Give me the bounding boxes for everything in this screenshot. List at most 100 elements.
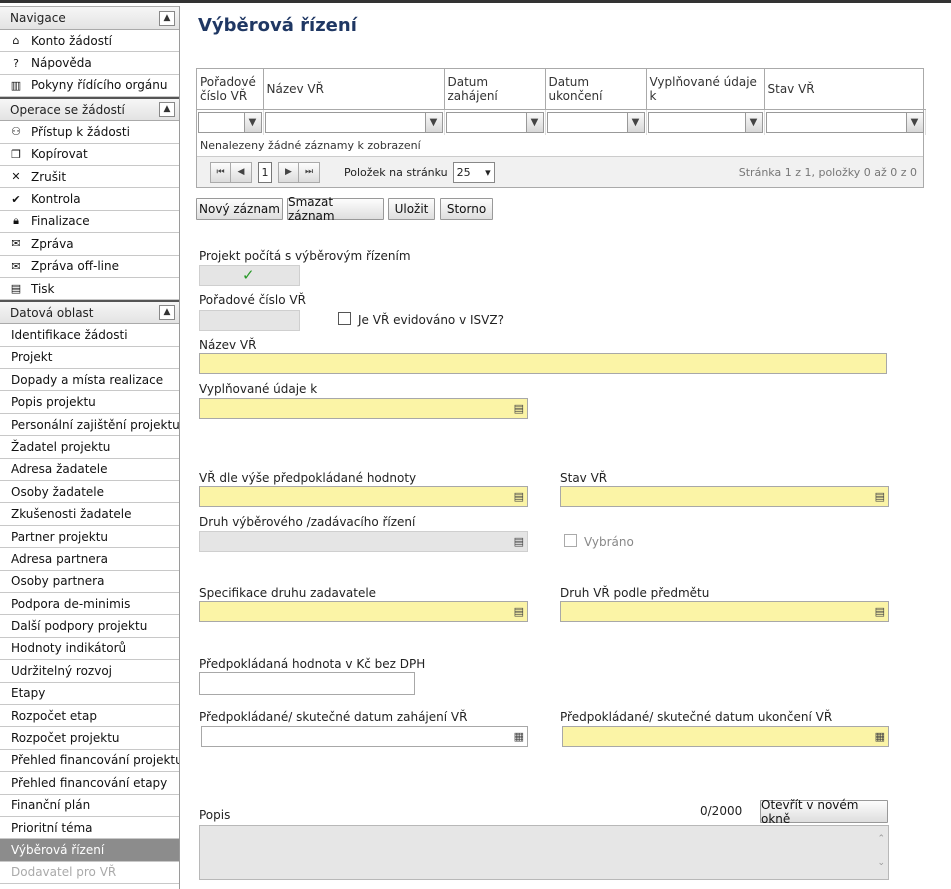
sidebar-item-data-9[interactable]: Partner projektu [0, 526, 179, 549]
sidebar-item-ops-1[interactable]: ❐ Kopírovat [0, 144, 179, 166]
filter-icon[interactable]: ▼ [244, 111, 262, 133]
sidebar-item-data-8[interactable]: Zkušenosti žadatele [0, 503, 179, 526]
filter-input[interactable] [647, 111, 746, 133]
sidebar-item-ops-6[interactable]: ✉ Zpráva off-line [0, 256, 179, 278]
current-page[interactable]: 1 [258, 161, 272, 183]
prev-page-icon[interactable]: ◀ [231, 161, 252, 183]
mail-icon: ✉ [11, 259, 21, 273]
new-record-button[interactable]: Nový záznam [196, 198, 283, 220]
contracting-spec-select[interactable]: ▤ [199, 601, 528, 622]
next-page-icon[interactable]: ▶ [278, 161, 299, 183]
sidebar-item-data-23[interactable]: Výběrová řízení [0, 839, 179, 862]
start-date-input[interactable]: ▦ [201, 726, 528, 747]
subject-type-label: Druh VŘ podle předmětu [560, 586, 710, 600]
data-section-header[interactable]: Datová oblast ▲ [0, 300, 179, 325]
filter-input[interactable] [445, 111, 527, 133]
name-input[interactable] [199, 353, 887, 374]
selected-label: Vybráno [584, 535, 634, 549]
status-select[interactable]: ▤ [560, 486, 889, 507]
sidebar-item-data-6[interactable]: Adresa žadatele [0, 459, 179, 482]
sidebar-item-label: Zrušit [31, 169, 67, 184]
open-new-window-button[interactable]: Otevřít v novém okně [760, 798, 888, 826]
filter-icon[interactable]: ▼ [425, 111, 443, 133]
sidebar-item-data-12[interactable]: Podpora de-minimis [0, 593, 179, 616]
sidebar-item-nav-2[interactable]: ▥ Pokyny řídícího orgánu [0, 75, 179, 98]
column-header[interactable]: Datum zahájení [444, 69, 546, 110]
page-size-select[interactable]: 25 ▾ [452, 161, 495, 183]
filter-icon[interactable]: ▼ [526, 111, 544, 133]
sidebar-item-data-22[interactable]: Prioritní téma [0, 817, 179, 840]
chevron-up-icon[interactable]: ▲ [159, 10, 175, 26]
subject-type-select[interactable]: ▤ [560, 601, 889, 622]
sidebar-item-data-16[interactable]: Etapy [0, 683, 179, 705]
isvz-checkbox[interactable] [338, 312, 351, 325]
nav-section-header[interactable]: Navigace ▲ [0, 6, 179, 30]
column-header[interactable]: Vyplňované údaje k [646, 69, 765, 110]
filter-input[interactable] [198, 111, 245, 133]
sidebar-item-data-3[interactable]: Popis projektu [0, 391, 179, 414]
sidebar-item-data-10[interactable]: Adresa partnera [0, 548, 179, 571]
list-icon: ▤ [874, 605, 885, 618]
filter-icon[interactable]: ▼ [906, 111, 924, 133]
sidebar-item-data-14[interactable]: Hodnoty indikátorů [0, 638, 179, 661]
filter-input[interactable] [546, 111, 628, 133]
first-page-icon[interactable]: ⏮ [210, 161, 231, 183]
sidebar-item-ops-0[interactable]: ⚇ Přístup k žádosti [0, 121, 179, 144]
chevron-up-icon[interactable]: ▲ [159, 305, 175, 321]
sidebar-item-ops-3[interactable]: ✔ Kontrola [0, 188, 179, 211]
sidebar-item-ops-2[interactable]: ✕ Zrušit [0, 166, 179, 189]
last-page-icon[interactable]: ⏭ [299, 161, 320, 183]
sidebar-item-data-15[interactable]: Udržitelný rozvoj [0, 660, 179, 683]
sidebar-item-nav-1[interactable]: ? Nápověda [0, 52, 179, 75]
sidebar-item-data-1[interactable]: Projekt [0, 347, 179, 370]
delete-record-button[interactable]: Smazat záznam [287, 195, 384, 223]
sidebar-item-data-0[interactable]: Identifikace žádosti [0, 324, 179, 347]
column-header[interactable]: Stav VŘ [764, 69, 925, 110]
sidebar-item-data-5[interactable]: Žadatel projektu [0, 436, 179, 459]
ops-section-header[interactable]: Operace se žádostí ▲ [0, 97, 179, 122]
sidebar-item-data-18[interactable]: Rozpočet projektu [0, 727, 179, 750]
ops-list: ⚇ Přístup k žádosti ❐ Kopírovat ✕ Zrušit ✔ Kont… [0, 121, 179, 301]
save-button[interactable]: Uložit [388, 198, 435, 220]
filter-input[interactable] [765, 111, 907, 133]
sidebar-item-ops-7[interactable]: ▤ Tisk [0, 278, 179, 301]
filled-for-select[interactable]: ▤ [199, 398, 528, 419]
sidebar-item-label: Přístup k žádosti [31, 124, 130, 139]
description-textarea[interactable]: ⌃ ⌄ [199, 825, 889, 880]
empty-message: Nenalezeny žádné záznamy k zobrazení [200, 139, 421, 152]
pager-info: Stránka 1 z 1, položky 0 až 0 z 0 [738, 165, 917, 179]
sidebar-item-data-2[interactable]: Dopady a místa realizace [0, 369, 179, 392]
sidebar-item-data-13[interactable]: Další podpory projektu [0, 615, 179, 638]
end-date-label: Předpokládané/ skutečné datum ukončení V… [560, 710, 833, 724]
sidebar-item-nav-0[interactable]: ⌂ Konto žádostí [0, 30, 179, 53]
column-header[interactable]: Název VŘ [263, 69, 445, 110]
sidebar-item-data-24: Dodavatel pro VŘ [0, 862, 179, 885]
scroll-up-icon[interactable]: ⌃ [877, 834, 885, 844]
sidebar-item-data-11[interactable]: Osoby partnera [0, 571, 179, 593]
filter-input[interactable] [264, 111, 426, 133]
filter-icon[interactable]: ▼ [745, 111, 763, 133]
column-header[interactable]: Datum ukončení [545, 69, 647, 110]
sidebar-item-data-21[interactable]: Finanční plán [0, 795, 179, 817]
sidebar-item-ops-5[interactable]: ✉ Zpráva [0, 233, 179, 256]
chevron-up-icon[interactable]: ▲ [159, 102, 175, 118]
calendar-icon[interactable]: ▦ [514, 730, 524, 743]
sidebar-item-data-20[interactable]: Přehled financování etapy [0, 772, 179, 795]
calendar-icon[interactable]: ▦ [875, 730, 885, 743]
sidebar-item-data-4[interactable]: Personální zajištění projektu [0, 414, 179, 437]
expected-value-input[interactable] [199, 672, 415, 695]
scroll-down-icon[interactable]: ⌄ [877, 858, 885, 868]
filled-for-label: Vyplňované údaje k [199, 382, 318, 396]
grid-header-row: Pořadové číslo VŘ Název VŘ Datum zahájení D… [197, 69, 925, 110]
filter-icon[interactable]: ▼ [627, 111, 645, 133]
end-date-input[interactable]: ▦ [562, 726, 889, 747]
sidebar-item-data-17[interactable]: Rozpočet etap [0, 705, 179, 728]
checkmark-icon: ✓ [242, 266, 255, 284]
column-header[interactable]: Pořadové číslo VŘ [197, 69, 264, 110]
cancel-button[interactable]: Storno [440, 198, 493, 220]
sidebar-item-data-19[interactable]: Přehled financování projektu [0, 750, 179, 773]
sidebar-item-ops-4[interactable]: 🔒︎ Finalizace [0, 211, 179, 234]
by-value-select[interactable]: ▤ [199, 486, 528, 507]
sidebar-item-data-7[interactable]: Osoby žadatele [0, 481, 179, 504]
filter-box: ▼ [546, 111, 645, 133]
